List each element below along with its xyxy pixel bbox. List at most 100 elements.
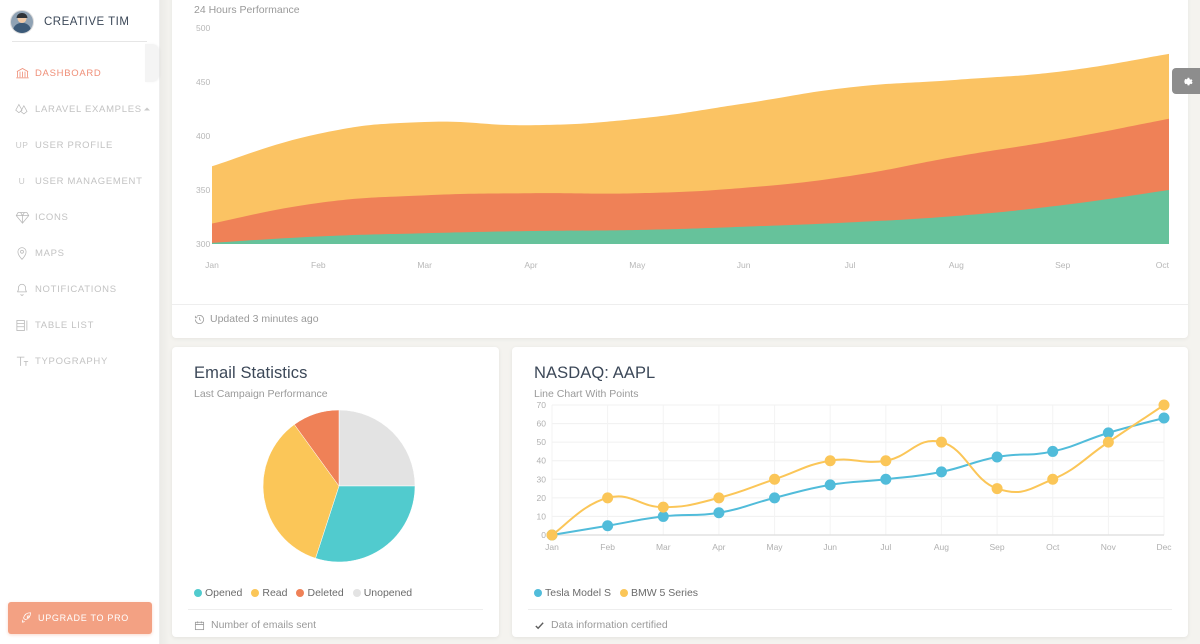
email-pie-chart <box>172 405 499 585</box>
nasdaq-legend: Tesla Model S BMW 5 Series <box>534 587 707 599</box>
legend-item-deleted[interactable]: Deleted <box>296 587 344 599</box>
rocket-icon <box>16 611 38 625</box>
svg-text:Jan: Jan <box>545 542 559 552</box>
svg-text:30: 30 <box>537 474 547 484</box>
main-content: 24 Hours Performance 300 350 400 450 500 Jan F… <box>160 0 1200 644</box>
bell-icon <box>9 282 35 297</box>
email-card-subtitle: Last Campaign Performance <box>194 388 328 400</box>
sidebar-shadow <box>160 0 170 644</box>
svg-text:Oct: Oct <box>1156 260 1170 270</box>
svg-text:70: 70 <box>537 400 547 410</box>
sidebar-item-typography[interactable]: TYPOGRAPHY <box>0 348 159 374</box>
svg-text:Feb: Feb <box>311 260 326 270</box>
sidebar-item-user-profile[interactable]: UP USER PROFILE <box>0 132 159 158</box>
svg-text:60: 60 <box>537 419 547 429</box>
sidebar-item-label: TABLE LIST <box>35 319 95 331</box>
svg-text:0: 0 <box>541 530 546 540</box>
nasdaq-card-title: NASDAQ: AAPL <box>534 364 656 382</box>
svg-text:Dec: Dec <box>1156 542 1172 552</box>
sidebar-nav: DASHBOARD LARAVEL EXAMPLES UP USER PROFI… <box>0 42 159 374</box>
svg-text:Sep: Sep <box>990 542 1005 552</box>
legend-label: Opened <box>205 587 243 599</box>
legend-label: BMW 5 Series <box>630 587 699 599</box>
legend-label: Unopened <box>363 587 413 599</box>
svg-text:Aug: Aug <box>949 260 964 270</box>
legend-item-unopened[interactable]: Unopened <box>352 587 413 599</box>
avatar <box>10 10 34 34</box>
sidebar-item-label: USER PROFILE <box>35 139 114 151</box>
email-legend: Opened Read Deleted Unopened <box>194 587 421 599</box>
legend-item-read[interactable]: Read <box>251 587 287 599</box>
legend-item-opened[interactable]: Opened <box>194 587 242 599</box>
svg-text:Apr: Apr <box>712 542 725 552</box>
svg-text:Jul: Jul <box>880 542 891 552</box>
svg-text:500: 500 <box>196 23 210 33</box>
legend-dot <box>619 589 628 597</box>
sidebar-item-label: USER MANAGEMENT <box>35 175 143 187</box>
svg-text:450: 450 <box>196 77 210 87</box>
laravel-icon <box>9 102 35 117</box>
svg-text:50: 50 <box>537 437 547 447</box>
performance-footer: Updated 3 minutes ago <box>194 313 319 325</box>
svg-text:Sep: Sep <box>1055 260 1070 270</box>
sidebar-item-label: NOTIFICATIONS <box>35 283 117 295</box>
typography-icon <box>9 354 35 369</box>
svg-text:Nov: Nov <box>1101 542 1117 552</box>
upgrade-to-pro-button[interactable]: UPGRADE TO PRO <box>8 602 152 634</box>
diamond-icon <box>9 210 35 225</box>
settings-button[interactable] <box>1172 68 1200 94</box>
svg-text:Jun: Jun <box>823 542 837 552</box>
sidebar-item-notifications[interactable]: NOTIFICATIONS <box>0 276 159 302</box>
performance-subtitle: 24 Hours Performance <box>194 4 300 16</box>
svg-text:300: 300 <box>196 239 210 249</box>
sidebar-item-label: ICONS <box>35 211 69 223</box>
svg-text:350: 350 <box>196 185 210 195</box>
svg-text:Oct: Oct <box>1046 542 1060 552</box>
table-icon <box>9 318 35 333</box>
performance-area-chart: 300 350 400 450 500 Jan Feb Mar Apr May Jun Jul Aug S… <box>184 18 1174 280</box>
legend-item-bmw-5-series[interactable]: BMW 5 Series <box>619 587 699 599</box>
svg-text:Feb: Feb <box>600 542 615 552</box>
svg-text:Jan: Jan <box>205 260 219 270</box>
history-icon <box>194 314 205 325</box>
performance-card: 24 Hours Performance 300 350 400 450 500 Jan F… <box>172 0 1188 338</box>
sidebar-item-dashboard[interactable]: DASHBOARD <box>0 60 159 86</box>
legend-dot <box>251 589 260 597</box>
svg-text:40: 40 <box>537 456 547 466</box>
sidebar-item-maps[interactable]: MAPS <box>0 240 159 266</box>
nasdaq-card-footer-text: Data information certified <box>551 619 668 631</box>
nasdaq-line-chart: 0 10 20 30 40 50 60 70 Jan Feb Mar Apr May Jun Jul Aug S… <box>526 399 1176 559</box>
legend-dot <box>534 589 542 597</box>
card-divider <box>528 609 1172 610</box>
chevron-up-icon[interactable] <box>144 107 150 111</box>
svg-text:10: 10 <box>537 511 547 521</box>
sidebar-item-label: DASHBOARD <box>35 67 102 79</box>
legend-dot <box>194 589 202 597</box>
legend-item-tesla-model-s[interactable]: Tesla Model S <box>534 587 611 599</box>
nasdaq-card-subtitle: Line Chart With Points <box>534 388 639 400</box>
check-icon <box>534 620 545 631</box>
sidebar-item-icons[interactable]: ICONS <box>0 204 159 230</box>
user-profile-initials-icon: UP <box>15 140 29 150</box>
sidebar-item-label: MAPS <box>35 247 65 259</box>
svg-text:20: 20 <box>537 493 547 503</box>
sidebar: CREATIVE TIM DASHBOARD LARAVEL EXAMPLES <box>0 0 160 644</box>
svg-text:Mar: Mar <box>417 260 432 270</box>
sidebar-item-table-list[interactable]: TABLE LIST <box>0 312 159 338</box>
sidebar-item-label: LARAVEL EXAMPLES <box>35 103 142 115</box>
pin-icon <box>9 246 35 261</box>
sidebar-item-label: TYPOGRAPHY <box>35 355 108 367</box>
upgrade-section: UPGRADE TO PRO <box>0 602 160 634</box>
area-chart-svg: 300 350 400 450 500 Jan Feb Mar Apr May Jun Jul Aug S… <box>196 23 1170 270</box>
sidebar-item-user-management[interactable]: U USER MANAGEMENT <box>0 168 159 194</box>
email-card-footer-text: Number of emails sent <box>211 619 317 631</box>
nasdaq-card: NASDAQ: AAPL Line Chart With Points 0 10 2… <box>512 347 1188 637</box>
card-divider <box>172 304 1188 305</box>
email-card-title: Email Statistics <box>194 364 308 382</box>
calendar-icon <box>194 620 205 631</box>
brand[interactable]: CREATIVE TIM <box>0 3 159 41</box>
card-divider <box>188 609 483 610</box>
legend-dot <box>352 589 361 597</box>
svg-text:400: 400 <box>196 131 210 141</box>
sidebar-item-laravel-examples[interactable]: LARAVEL EXAMPLES <box>0 96 159 122</box>
